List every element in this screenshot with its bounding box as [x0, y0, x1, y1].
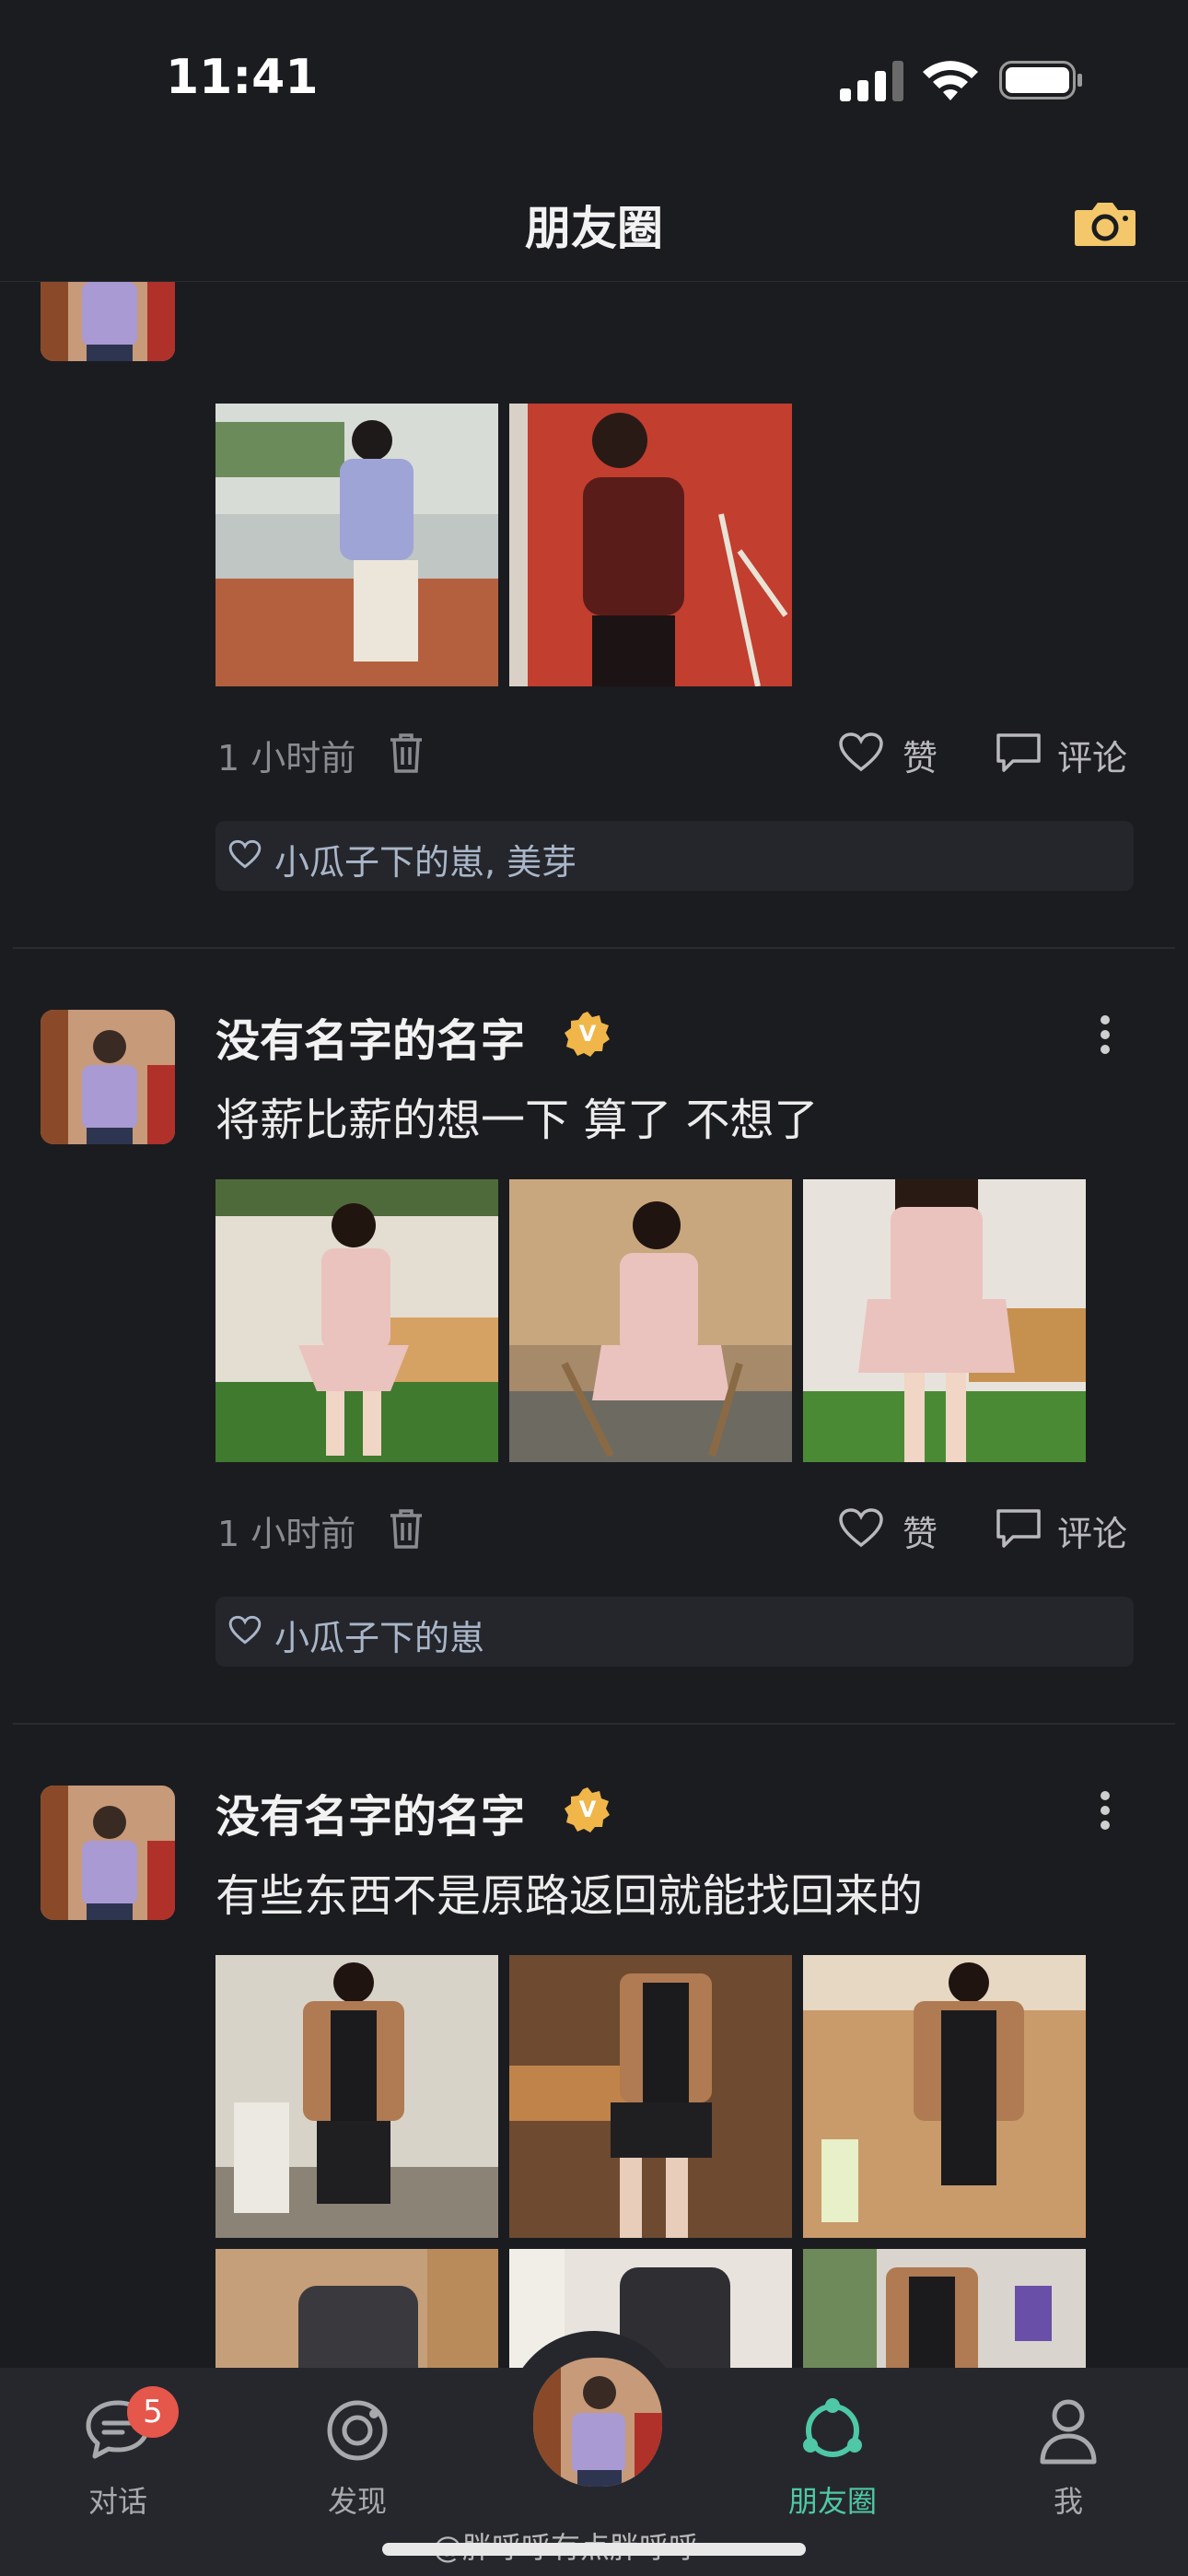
heart-icon: [839, 732, 883, 772]
moments-feed[interactable]: 1 小时前 赞 评论 小瓜子下的崽, 美芽 没有名字的名字 V 将薪比薪的想一下…: [0, 282, 1188, 2368]
post-photo[interactable]: [215, 1955, 498, 2238]
post-author-name[interactable]: 没有名字的名字: [215, 1780, 525, 1844]
post-text: 将薪比薪的想一下 算了 不想了: [215, 1095, 819, 1146]
comment-icon: [996, 1509, 1041, 1548]
like-label: 赞: [903, 738, 938, 779]
verified-badge-icon: V: [565, 1012, 610, 1057]
post-time: 1 小时前: [217, 738, 356, 779]
trash-icon[interactable]: [387, 732, 425, 774]
unread-badge: 5: [127, 2386, 179, 2438]
post-divider: [13, 947, 1175, 949]
home-indicator[interactable]: [382, 2543, 806, 2556]
verified-badge-icon: V: [565, 1787, 610, 1832]
likes-list: 小瓜子下的崽, 美芽: [215, 821, 1134, 891]
post-photo[interactable]: [215, 1179, 498, 1462]
more-options-icon[interactable]: [1087, 1010, 1124, 1065]
post-divider: [13, 1723, 1175, 1725]
post-photo[interactable]: [803, 2249, 1086, 2368]
cellular-signal-icon: [840, 61, 903, 101]
post-photo[interactable]: [215, 404, 498, 686]
tab-label: 对话: [87, 2484, 147, 2519]
tab-bar: 5 对话 发现 朋友圈 我: [0, 2331, 1188, 2576]
comment-icon: [996, 733, 1041, 772]
tab-moments[interactable]: 朋友圈: [750, 2386, 915, 2519]
app-root: 11:41 朋友圈 1 小时前 赞 评论 小瓜子下的崽, 美芽 没有名字的名字 …: [0, 0, 1188, 2576]
tab-label: 发现: [327, 2484, 387, 2519]
post-photo[interactable]: [215, 2249, 498, 2368]
avatar[interactable]: [41, 282, 175, 361]
nav-bar: 朋友圈: [0, 157, 1188, 282]
heart-icon: [228, 1615, 262, 1645]
heart-icon: [228, 839, 262, 869]
discover-icon: [327, 2400, 388, 2461]
page-title: 朋友圈: [525, 202, 663, 255]
post-author-name[interactable]: 没有名字的名字: [215, 1004, 525, 1069]
liked-by-names[interactable]: 小瓜子下的崽: [274, 1610, 484, 1660]
avatar[interactable]: [41, 1786, 175, 1920]
wifi-icon: [923, 61, 978, 100]
post-photo[interactable]: [509, 1179, 792, 1462]
comment-label: 评论: [1057, 1514, 1128, 1554]
liked-by-names[interactable]: 小瓜子下的崽, 美芽: [274, 834, 577, 884]
more-options-icon[interactable]: [1087, 1786, 1124, 1841]
heart-icon: [839, 1508, 883, 1548]
svg-text:V: V: [579, 1021, 597, 1047]
avatar[interactable]: [41, 1010, 175, 1144]
like-label: 赞: [903, 1514, 938, 1554]
status-bar: 11:41: [0, 0, 1188, 157]
post-photo[interactable]: [509, 404, 792, 686]
tab-label: 朋友圈: [787, 2484, 877, 2519]
likes-list: 小瓜子下的崽: [215, 1597, 1134, 1667]
person-icon: [1040, 2399, 1097, 2465]
post-text: 有些东西不是原路返回就能找回来的: [215, 1870, 924, 1922]
tab-discover[interactable]: 发现: [274, 2386, 440, 2519]
post-photo[interactable]: [509, 1955, 792, 2238]
camera-icon[interactable]: [1074, 199, 1136, 247]
svg-text:V: V: [579, 1797, 597, 1822]
tab-label: 我: [1053, 2484, 1083, 2519]
trash-icon[interactable]: [387, 1507, 425, 1550]
center-profile-avatar[interactable]: [530, 2354, 666, 2490]
moments-icon: [803, 2398, 862, 2457]
comment-label: 评论: [1057, 738, 1128, 779]
post-time: 1 小时前: [217, 1514, 356, 1554]
tab-me[interactable]: 我: [985, 2386, 1151, 2519]
post-photo[interactable]: [803, 1179, 1086, 1462]
tab-chats[interactable]: 5 对话: [35, 2386, 201, 2519]
battery-icon: [999, 61, 1082, 100]
status-time: 11:41: [166, 50, 319, 105]
post-photo[interactable]: [803, 1955, 1086, 2238]
